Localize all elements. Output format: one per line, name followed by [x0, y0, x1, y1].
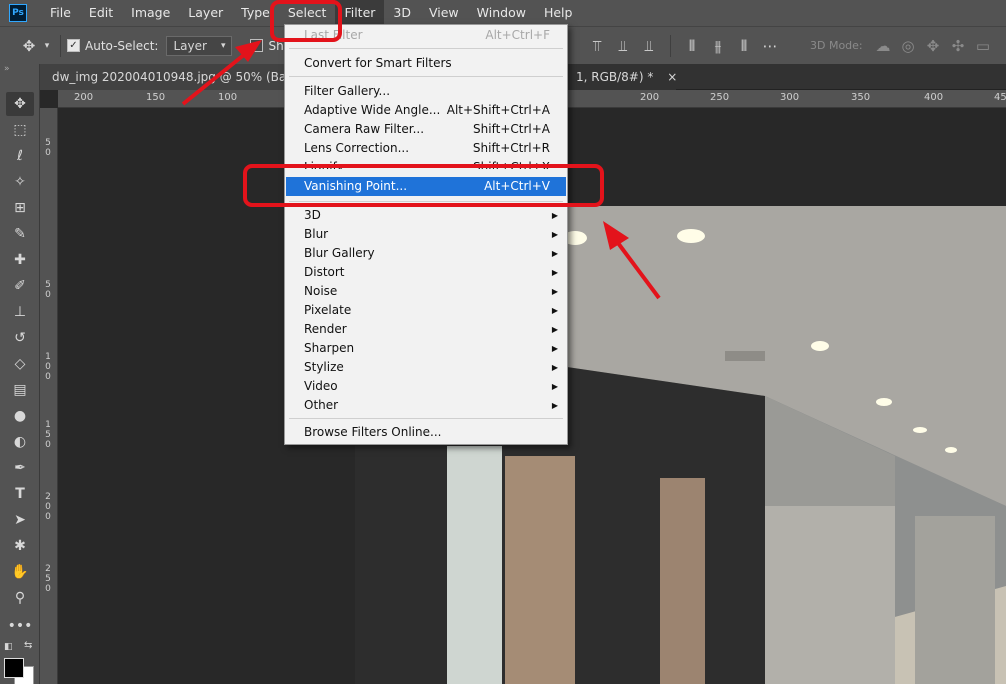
annotation-arrow-bottom — [616, 241, 661, 300]
annotation-arrow-top — [181, 52, 247, 106]
annotation-arrowhead-bottom — [603, 221, 629, 250]
photoshop-window: Ps File Edit Image Layer Type Select Fil… — [0, 0, 1006, 684]
annotation-arrows — [181, 40, 661, 300]
